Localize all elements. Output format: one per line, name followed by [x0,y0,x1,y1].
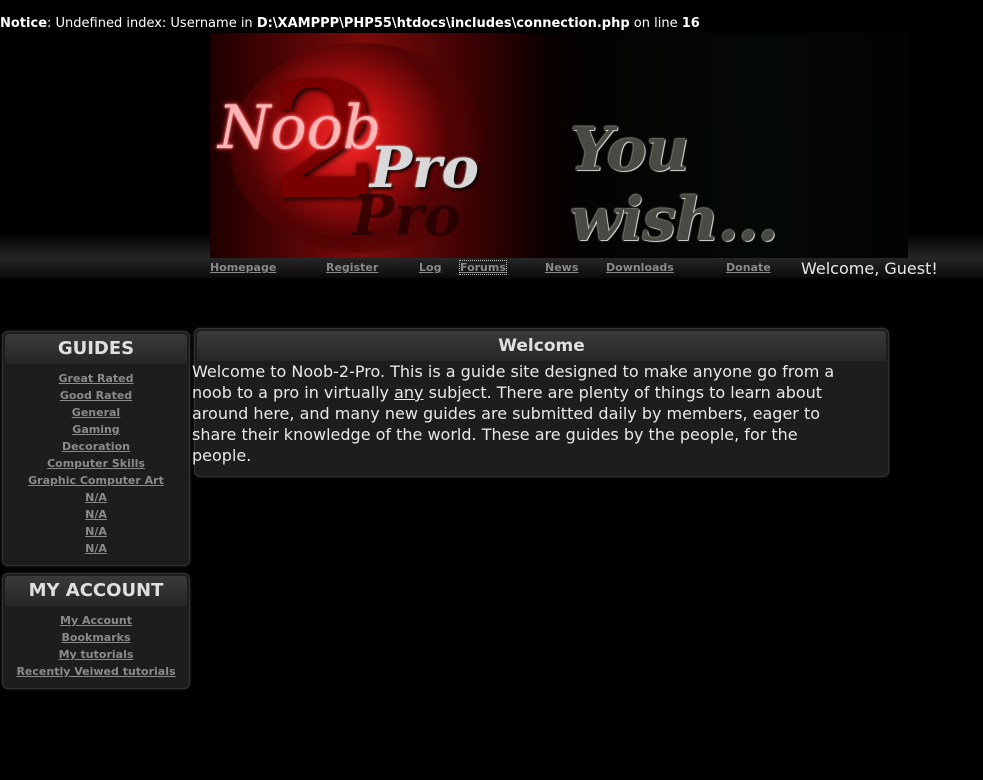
nav-downloads[interactable]: Downloads [606,261,674,274]
nav-homepage[interactable]: Homepage [210,261,276,274]
guides-box: GUIDES Great Rated Good Rated General Ga… [2,331,190,566]
guides-title: GUIDES [5,334,187,364]
guide-link-gaming[interactable]: Gaming [72,423,119,436]
list-item: N/A [3,521,189,538]
list-item: Bookmarks [3,627,189,644]
welcome-box-title: Welcome [197,331,886,361]
guide-link-na-3[interactable]: N/A [85,525,107,538]
guide-link-computer-skills[interactable]: Computer Skills [47,457,145,470]
notice-message: : Undefined index: Username in [47,16,257,31]
list-item: My tutorials [3,644,189,661]
account-box: MY ACCOUNT My Account Bookmarks My tutor… [2,573,190,689]
guides-list: Great Rated Good Rated General Gaming De… [3,366,189,561]
list-item: Good Rated [3,385,189,402]
site-banner: 2 Noob Pro Pro You wish... [210,33,908,258]
account-link-my-tutorials[interactable]: My tutorials [59,648,134,661]
nav-log[interactable]: Log [419,261,441,274]
list-item: Graphic Computer Art [3,470,189,487]
welcome-box-text: Welcome to Noob-2-Pro. This is a guide s… [192,361,857,466]
banner-tagline: You wish... [570,115,779,255]
guide-link-general[interactable]: General [72,406,120,419]
guide-link-great-rated[interactable]: Great Rated [59,372,134,385]
guide-link-decoration[interactable]: Decoration [62,440,130,453]
notice-line-number: 16 [681,16,700,31]
notice-label: Notice [0,16,48,31]
list-item: Great Rated [3,368,189,385]
account-title: MY ACCOUNT [5,576,187,606]
list-item: N/A [3,538,189,555]
logo-pro: Pro [370,135,479,201]
nav-forums[interactable]: Forums [459,260,507,275]
list-item: N/A [3,487,189,504]
guide-link-good-rated[interactable]: Good Rated [60,389,132,402]
list-item: N/A [3,504,189,521]
nav-donate[interactable]: Donate [726,261,771,274]
guide-link-na-4[interactable]: N/A [85,542,107,555]
php-notice: Notice: Undefined index: Username in D:\… [0,16,700,31]
logo-noob: Noob [218,93,382,163]
account-link-my-account[interactable]: My Account [60,614,132,627]
list-item: Recently Veiwed tutorials [3,661,189,678]
nav-news[interactable]: News [545,261,578,274]
list-item: Gaming [3,419,189,436]
account-link-recently-viewed[interactable]: Recently Veiwed tutorials [16,665,175,678]
guide-link-graphic-computer-art[interactable]: Graphic Computer Art [28,474,164,487]
list-item: My Account [3,610,189,627]
account-list: My Account Bookmarks My tutorials Recent… [3,608,189,684]
guide-link-na-2[interactable]: N/A [85,508,107,521]
account-link-bookmarks[interactable]: Bookmarks [62,631,131,644]
notice-line-text: on line [629,16,682,31]
nav-register[interactable]: Register [326,261,378,274]
guide-link-na-1[interactable]: N/A [85,491,107,504]
list-item: General [3,402,189,419]
list-item: Decoration [3,436,189,453]
list-item: Computer Skills [3,453,189,470]
welcome-text-underlined: any [394,383,424,402]
welcome-guest-text: Welcome, Guest! [801,259,938,278]
notice-path: D:\XAMPPP\PHP55\htdocs\includes\connecti… [256,16,630,31]
